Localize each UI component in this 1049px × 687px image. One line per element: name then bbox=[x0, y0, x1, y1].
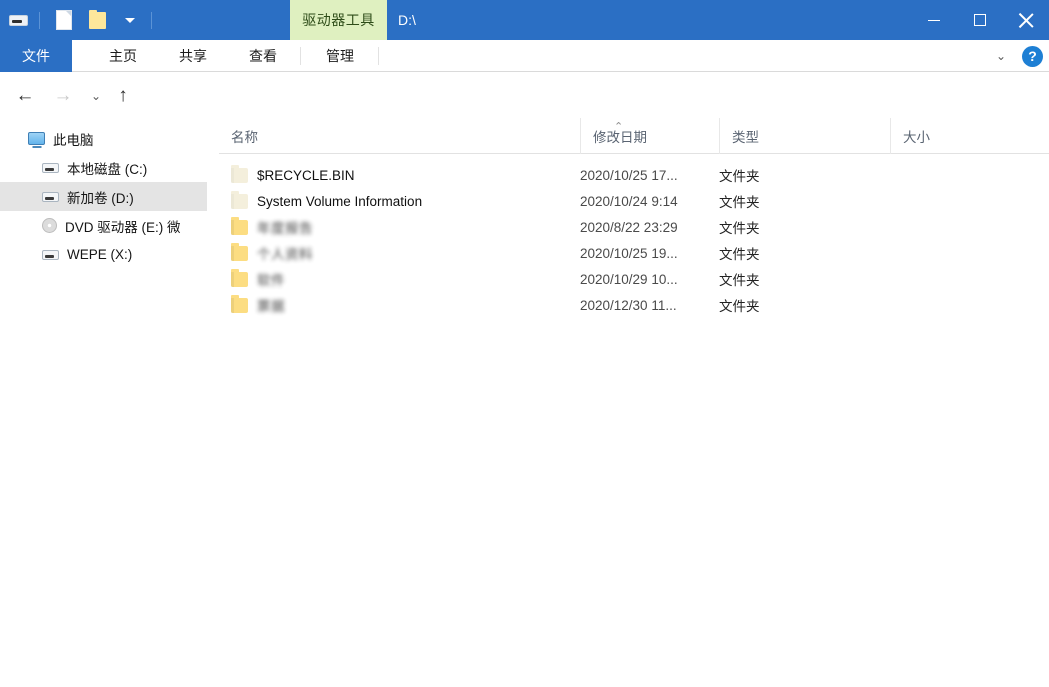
sidebar-item-this-pc[interactable]: 此电脑 bbox=[0, 124, 219, 153]
file-name-label: System Volume Information bbox=[257, 193, 423, 209]
date-modified-cell: 2020/10/25 17... bbox=[580, 167, 678, 183]
sidebar-item-label: 本地磁盘 (C:) bbox=[67, 161, 148, 177]
navigation-pane: 此电脑 本地磁盘 (C:) 新加卷 (D:) DVD 驱动器 (E:) 微 WE… bbox=[0, 118, 219, 687]
file-name-cell[interactable]: 个人资料 bbox=[231, 242, 313, 263]
sidebar-item-label: WEPE (X:) bbox=[67, 247, 133, 262]
date-modified-cell: 2020/10/29 10... bbox=[580, 271, 678, 287]
date-modified-cell: 2020/10/24 9:14 bbox=[580, 193, 678, 209]
back-button[interactable]: ← bbox=[10, 81, 40, 111]
help-icon[interactable]: ? bbox=[1022, 45, 1043, 67]
table-row[interactable]: 个人资料 2020/10/25 19... 文件夹 bbox=[219, 240, 1049, 266]
chevron-down-icon[interactable] bbox=[115, 5, 145, 35]
folder-icon bbox=[231, 190, 248, 209]
explorer-content: 此电脑 本地磁盘 (C:) 新加卷 (D:) DVD 驱动器 (E:) 微 WE… bbox=[0, 118, 1049, 687]
table-row[interactable]: System Volume Information 2020/10/24 9:1… bbox=[219, 188, 1049, 214]
tab-view[interactable]: 查看 bbox=[228, 40, 298, 72]
hdd-icon bbox=[42, 191, 59, 202]
type-cell: 文件夹 bbox=[719, 195, 760, 210]
dvd-icon bbox=[42, 218, 57, 233]
folder-icon bbox=[231, 242, 248, 261]
file-name-cell[interactable]: 软件 bbox=[231, 268, 285, 289]
ribbon-tab-bar: 文件 主页 共享 查看 管理 ⌄ ? bbox=[0, 40, 1049, 72]
type-cell: 文件夹 bbox=[719, 169, 760, 184]
table-row[interactable]: $RECYCLE.BIN 2020/10/25 17... 文件夹 bbox=[219, 162, 1049, 188]
tab-manage[interactable]: 管理 bbox=[305, 40, 375, 72]
table-row[interactable]: 票据 2020/12/30 11... 文件夹 bbox=[219, 292, 1049, 318]
column-header-type[interactable]: 类型 bbox=[719, 118, 890, 154]
table-row[interactable]: 年度报告 2020/8/22 23:29 文件夹 bbox=[219, 214, 1049, 240]
ribbon-right-controls: ⌄ ? bbox=[990, 40, 1043, 72]
sidebar-item-new-volume-d[interactable]: 新加卷 (D:) bbox=[0, 182, 207, 211]
contextual-tab-label: 驱动器工具 bbox=[302, 12, 375, 28]
sidebar-item-label: DVD 驱动器 (E:) 微 bbox=[65, 219, 181, 235]
file-name-label: 个人资料 bbox=[257, 247, 313, 262]
tab-separator bbox=[378, 47, 379, 65]
contextual-tab-drive-tools[interactable]: 驱动器工具 bbox=[290, 0, 387, 40]
type-cell: 文件夹 bbox=[719, 247, 760, 262]
folder-icon bbox=[231, 268, 248, 287]
properties-icon[interactable] bbox=[49, 5, 79, 35]
file-explorer-window: 驱动器工具 D:\ 文件 主页 共享 查看 管理 ⌄ ? ← → ⌄ ↑ 此电脑… bbox=[0, 0, 1049, 687]
up-button[interactable]: ↑ bbox=[108, 81, 138, 111]
title-bar: 驱动器工具 D:\ bbox=[0, 0, 1049, 40]
hdd-icon bbox=[42, 162, 59, 173]
folder-icon bbox=[231, 294, 248, 313]
file-name-cell[interactable]: 年度报告 bbox=[231, 216, 313, 237]
close-button[interactable] bbox=[1003, 0, 1049, 40]
quick-access-toolbar bbox=[0, 0, 158, 40]
file-name-label: 票据 bbox=[257, 299, 285, 314]
sidebar-item-label: 新加卷 (D:) bbox=[67, 190, 134, 206]
window-controls bbox=[911, 0, 1049, 40]
toolbar-separator bbox=[39, 11, 40, 29]
type-cell: 文件夹 bbox=[719, 221, 760, 236]
drive-icon[interactable] bbox=[3, 5, 33, 35]
file-name-label: 年度报告 bbox=[257, 221, 313, 236]
toolbar-separator bbox=[151, 11, 152, 29]
date-modified-cell: 2020/10/25 19... bbox=[580, 245, 678, 261]
file-name-cell[interactable]: System Volume Information bbox=[231, 190, 423, 209]
window-title: D:\ bbox=[398, 12, 416, 28]
file-list: $RECYCLE.BIN 2020/10/25 17... 文件夹 System… bbox=[219, 154, 1049, 318]
collapse-ribbon-icon[interactable]: ⌄ bbox=[990, 45, 1012, 67]
table-row[interactable]: 软件 2020/10/29 10... 文件夹 bbox=[219, 266, 1049, 292]
sidebar-item-local-disk-c[interactable]: 本地磁盘 (C:) bbox=[0, 153, 219, 182]
column-header-row: 名称 ⌃ 修改日期 类型 大小 bbox=[219, 118, 1049, 154]
recent-locations-icon[interactable]: ⌄ bbox=[81, 81, 111, 111]
new-folder-icon[interactable] bbox=[82, 5, 112, 35]
column-header-name[interactable]: 名称 bbox=[219, 118, 580, 154]
hdd-icon bbox=[42, 249, 59, 260]
minimize-button[interactable] bbox=[911, 0, 957, 40]
tab-share[interactable]: 共享 bbox=[158, 40, 228, 72]
date-modified-cell: 2020/8/22 23:29 bbox=[580, 219, 678, 235]
sidebar-item-label: 此电脑 bbox=[53, 132, 94, 148]
navigation-bar: ← → ⌄ ↑ › 此电脑 › 新加卷 (D:) › ⌄ ↻ 搜索"新加卷 (D… bbox=[0, 73, 1049, 181]
type-cell: 文件夹 bbox=[719, 273, 760, 288]
maximize-button[interactable] bbox=[957, 0, 1003, 40]
file-name-cell[interactable]: $RECYCLE.BIN bbox=[231, 164, 355, 183]
forward-button[interactable]: → bbox=[48, 81, 78, 111]
file-name-cell[interactable]: 票据 bbox=[231, 294, 285, 315]
file-name-label: 软件 bbox=[257, 273, 285, 288]
tab-home[interactable]: 主页 bbox=[88, 40, 158, 72]
monitor-icon bbox=[28, 132, 45, 145]
sidebar-item-wepe-x[interactable]: WEPE (X:) bbox=[0, 240, 219, 269]
column-header-date-modified[interactable]: 修改日期 bbox=[580, 118, 719, 154]
file-name-label: $RECYCLE.BIN bbox=[257, 167, 355, 183]
tab-file[interactable]: 文件 bbox=[0, 40, 72, 72]
sidebar-item-dvd-drive-e[interactable]: DVD 驱动器 (E:) 微 bbox=[0, 211, 219, 240]
date-modified-cell: 2020/12/30 11... bbox=[580, 297, 677, 313]
folder-icon bbox=[231, 216, 248, 235]
tab-separator bbox=[300, 47, 301, 65]
column-header-size[interactable]: 大小 bbox=[890, 118, 1049, 154]
folder-icon bbox=[231, 164, 248, 183]
type-cell: 文件夹 bbox=[719, 299, 760, 314]
